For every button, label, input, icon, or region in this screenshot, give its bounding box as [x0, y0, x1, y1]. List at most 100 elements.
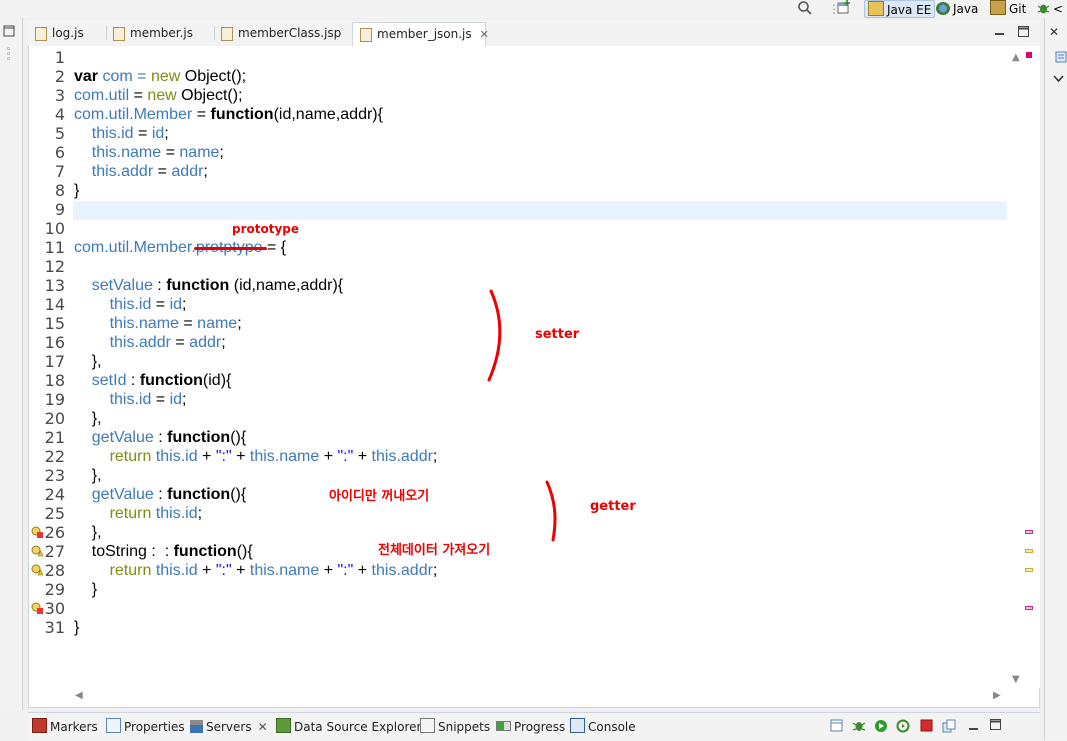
minimize-editor-icon[interactable] — [994, 26, 1005, 40]
horizontal-scrollbar[interactable]: ◀ ▶ — [73, 688, 1007, 706]
run-icon[interactable] — [874, 719, 888, 736]
code-line-21: getValue : function(){ — [91, 429, 247, 446]
console-icon — [570, 718, 585, 733]
perspective-java[interactable]: Java — [936, 0, 978, 18]
annotation-all-data: 전체데이터 가져오기 — [378, 543, 491, 558]
code-line-24: getValue : function(){ — [91, 486, 247, 503]
snippets-icon — [420, 718, 435, 733]
line-number: 9 — [54, 200, 65, 219]
line-number: 21 — [44, 428, 65, 447]
tab-console[interactable]: Console — [570, 718, 636, 736]
git-icon — [990, 0, 1006, 15]
jsp-file-icon — [221, 27, 233, 41]
current-line-highlight — [73, 201, 1007, 220]
error-overview-marker[interactable] — [1025, 530, 1033, 534]
tab-markers[interactable]: Markers — [32, 718, 98, 736]
annotation-prototype: prototype — [232, 222, 300, 236]
minimized-view-icon[interactable]: ◦ ◦ ◦ — [6, 46, 11, 65]
scroll-left-icon[interactable]: ◀ — [75, 690, 83, 701]
code-line-17: }, — [91, 353, 102, 370]
view-icon[interactable] — [1055, 51, 1067, 66]
code-line-20: }, — [91, 410, 102, 427]
setter-brace-mark — [487, 289, 502, 382]
new-server-icon[interactable] — [830, 719, 843, 735]
tab-progress[interactable]: Progress — [496, 718, 565, 736]
annotation-id-only: 아이디만 꺼내오기 — [329, 489, 430, 504]
bug-icon — [1037, 2, 1050, 15]
close-icon[interactable]: ✕ — [258, 720, 268, 734]
error-overview-marker[interactable] — [1025, 606, 1033, 610]
restore-icon[interactable] — [3, 25, 15, 40]
code-line-19: this.id = id; — [109, 391, 187, 408]
error-overview-marker[interactable] — [1026, 52, 1032, 58]
code-line-6: this.name = name; — [91, 144, 224, 161]
line-number: 13 — [44, 276, 65, 295]
code-line-13: setValue : function (id,name,addr){ — [91, 277, 344, 294]
stop-icon[interactable] — [920, 719, 933, 735]
scroll-down-icon[interactable]: ▼ — [1012, 674, 1020, 685]
right-trim-stack: ✕ — [1044, 18, 1067, 740]
line-number: 24 — [44, 485, 65, 504]
maximize-panel-icon[interactable] — [990, 719, 1001, 733]
close-icon[interactable]: ✕ — [1049, 25, 1059, 39]
tab-servers[interactable]: Servers ✕ — [190, 718, 268, 736]
perspective-java-ee[interactable]: Java EE — [864, 0, 936, 18]
struck-protptype: protptype — [193, 239, 267, 256]
warning-overview-marker[interactable] — [1025, 549, 1033, 553]
code-line-22: return this.id + ":" + this.name + ":" +… — [109, 448, 438, 465]
tab-member-js[interactable]: member.js — [106, 22, 214, 45]
tab-member-json-js[interactable]: member_json.js ✕ — [352, 22, 489, 47]
perspective-git[interactable]: Git — [990, 0, 1026, 18]
error-marker-icon[interactable] — [31, 526, 43, 538]
line-number: 29 — [44, 580, 65, 599]
publish-icon[interactable] — [942, 719, 956, 736]
profile-icon[interactable] — [896, 719, 910, 736]
line-number: 10 — [44, 219, 65, 238]
minimize-panel-icon[interactable] — [968, 721, 979, 735]
tab-data-source-explorer[interactable]: Data Source Explorer — [276, 718, 421, 736]
line-number: 4 — [54, 105, 65, 124]
line-number: 8 — [54, 181, 65, 200]
code-line-4: com.util.Member = function(id,name,addr)… — [74, 106, 383, 123]
maximize-editor-icon[interactable] — [1018, 26, 1029, 40]
scroll-up-icon[interactable]: ▲ — [1012, 52, 1020, 63]
code-line-11: com.util.Member.protptype = { — [74, 239, 287, 256]
perspective-debug[interactable]: < — [1037, 0, 1063, 18]
scroll-right-icon[interactable]: ▶ — [993, 690, 1001, 701]
tab-log-js[interactable]: log.js — [28, 22, 106, 45]
line-number: 14 — [44, 295, 65, 314]
line-number: 6 — [54, 143, 65, 162]
java-icon — [936, 2, 950, 15]
line-number: 25 — [44, 504, 65, 523]
tab-memberclass-jsp[interactable]: memberClass.jsp — [214, 22, 352, 45]
tab-properties[interactable]: Properties — [106, 718, 185, 736]
database-icon — [276, 718, 291, 733]
chevron-down-icon[interactable] — [1053, 72, 1064, 86]
main-toolbar: ⋮ Java EE Java Git < — [0, 0, 1067, 18]
code-line-3: com.util = new Object(); — [74, 87, 243, 104]
line-number: 2 — [54, 67, 65, 86]
code-line-15: this.name = name; — [109, 315, 242, 332]
tab-snippets[interactable]: Snippets — [420, 718, 490, 736]
code-line-5: this.id = id; — [91, 125, 169, 142]
servers-icon — [190, 720, 203, 733]
code-editor[interactable]: 1 2 3 4 5 6 7 8 9 10 11 12 13 14 15 16 17 18 19 20 21 22 23 24 2… — [28, 46, 1040, 708]
vertical-scrollbar[interactable]: ▲ ▼ — [1007, 46, 1040, 688]
warning-marker-icon[interactable] — [31, 564, 44, 576]
open-perspective-icon[interactable] — [837, 0, 851, 18]
code-line-31: } — [74, 619, 80, 636]
line-number: 16 — [44, 333, 65, 352]
markers-icon — [32, 718, 47, 733]
line-number: 5 — [54, 124, 65, 143]
debug-icon[interactable] — [852, 719, 866, 736]
code-line-14: this.id = id; — [109, 296, 187, 313]
line-number-ruler: 1 2 3 4 5 6 7 8 9 10 11 12 13 14 15 16 17 18 19 20 21 22 23 24 2… — [29, 46, 71, 688]
search-icon[interactable] — [797, 0, 813, 18]
error-marker-icon[interactable] — [31, 602, 43, 614]
warning-marker-icon[interactable] — [31, 545, 44, 557]
code-line-27: toString : : function(){ — [91, 543, 253, 560]
bottom-panel-tab-bar: Markers Properties Servers ✕ Data Source … — [28, 712, 1040, 741]
line-number: 1 — [54, 48, 65, 67]
close-icon[interactable]: ✕ — [480, 28, 489, 41]
warning-overview-marker[interactable] — [1025, 568, 1033, 572]
